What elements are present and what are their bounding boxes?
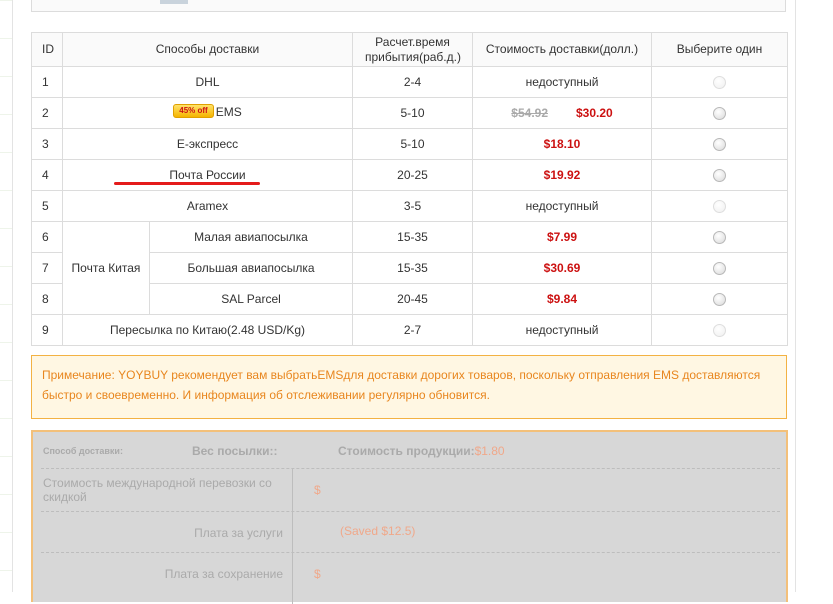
row-method: Малая авиапосылка: [149, 221, 353, 253]
row-cost: $19.92: [472, 159, 652, 191]
table-row: 9 Пересылка по Китаю(2.48 USD/Kg) 2-7 не…: [31, 314, 788, 346]
row-id: 2: [31, 97, 63, 129]
row-select: [651, 66, 788, 98]
table-header-row: ID Способы доставки Расчет.время прибыти…: [31, 32, 788, 67]
row-cost: недоступный: [472, 66, 652, 98]
row-cost: недоступный: [472, 314, 652, 346]
row-method: SAL Parcel: [149, 283, 353, 315]
row-select: [651, 314, 788, 346]
row-time: 2-7: [352, 314, 473, 346]
recommendation-note: Примечание: YOYBUY рекомендует вам выбра…: [31, 355, 787, 419]
table-row: 1 DHL 2-4 недоступный: [31, 66, 788, 98]
header-select: Выберите один: [651, 32, 788, 67]
price: $7.99: [546, 230, 578, 244]
row-time: 20-45: [352, 283, 473, 315]
row-id: 3: [31, 128, 63, 160]
product-cost-value: $1.80: [474, 444, 505, 458]
row-id: 7: [31, 252, 63, 284]
row-method: E-экспресс: [62, 128, 353, 160]
price: $9.84: [546, 292, 578, 306]
radio-russian-post[interactable]: [713, 169, 726, 183]
service-fee-value: (Saved $12.5): [340, 524, 416, 538]
row-time: 3-5: [352, 190, 473, 222]
row-cost: $7.99: [472, 221, 652, 253]
summary-row-storage: Плата за сохранение $: [41, 553, 780, 593]
row-cost: $30.69: [472, 252, 652, 284]
row-id: 5: [31, 190, 63, 222]
row-time: 15-35: [352, 221, 473, 253]
radio-large-airmail[interactable]: [713, 262, 726, 276]
radio-sal-parcel[interactable]: [713, 293, 726, 307]
storage-fee-label: Плата за сохранение: [164, 567, 283, 581]
row-method: Пересылка по Китаю(2.48 USD/Kg): [62, 314, 353, 346]
product-cost-label: Стоимость продукции:$1.80: [338, 444, 505, 458]
shipping-method-label: Способ доставки:: [43, 446, 123, 456]
right-gutter: [795, 0, 833, 592]
summary-row-header: Способ доставки: Вес посылки:: Стоимость…: [41, 432, 780, 469]
radio-ems[interactable]: [713, 107, 726, 121]
radio-dhl[interactable]: [713, 76, 726, 90]
row-id: 4: [31, 159, 63, 191]
discount-badge: 45% off: [173, 104, 214, 118]
price: $18.10: [543, 137, 581, 151]
table-row: 3 E-экспресс 5-10 $18.10: [31, 128, 788, 160]
radio-e-express[interactable]: [713, 138, 726, 152]
price: $19.92: [543, 168, 581, 182]
table-row: 4 Почта России 20-25 $19.92: [31, 159, 788, 191]
row-method: Почта России: [62, 159, 353, 191]
radio-aramex[interactable]: [713, 200, 726, 214]
row-select: [651, 190, 788, 222]
order-summary: Способ доставки: Вес посылки:: Стоимость…: [31, 430, 788, 604]
old-price: $54.92: [511, 106, 548, 120]
tab-stub: [160, 0, 188, 4]
row-select: [651, 128, 788, 160]
row-cost: $18.10: [472, 128, 652, 160]
header-method: Способы доставки: [62, 32, 353, 67]
header-time: Расчет.время прибытия(раб.д.): [352, 32, 473, 67]
row-time: 5-10: [352, 128, 473, 160]
row-select: [651, 283, 788, 315]
radio-small-airmail[interactable]: [713, 231, 726, 245]
header-id: ID: [31, 32, 63, 67]
row-select: [651, 252, 788, 284]
intl-shipping-label: Стоимость международной перевозки со ски…: [43, 476, 272, 504]
row-method: Aramex: [62, 190, 353, 222]
row-select: [651, 159, 788, 191]
price: $30.20: [576, 106, 613, 120]
row-select: [651, 97, 788, 129]
summary-row-service: Плата за услуги (Saved $12.5): [41, 512, 780, 553]
row-cost: $9.84: [472, 283, 652, 315]
row-time: 2-4: [352, 66, 473, 98]
service-fee-label: Плата за услуги: [194, 526, 283, 540]
row-id: 1: [31, 66, 63, 98]
row-time: 5-10: [352, 97, 473, 129]
row-group-china-post: Почта Китая: [62, 221, 150, 315]
intl-shipping-value: $: [314, 483, 321, 497]
row-time: 20-25: [352, 159, 473, 191]
top-strip: [31, 0, 786, 12]
row-id: 8: [31, 283, 63, 315]
storage-fee-value: $: [314, 567, 321, 581]
table-row: 2 45% off EMS 5-10 $54.92 $30.20: [31, 97, 788, 129]
row-method: DHL: [62, 66, 353, 98]
header-cost: Стоимость доставки(долл.): [472, 32, 652, 67]
summary-row-intl: Стоимость международной перевозки со ски…: [41, 469, 780, 512]
table-row: 5 Aramex 3-5 недоступный: [31, 190, 788, 222]
row-method: Большая авиапосылка: [149, 252, 353, 284]
row-cost: $54.92 $30.20: [472, 97, 652, 129]
summary-divider: [292, 469, 293, 604]
table-row: 6 Почта Китая Малая авиапосылка 15-35 $7…: [31, 221, 788, 315]
radio-china-forwarding[interactable]: [713, 324, 726, 338]
shipping-methods-table: ID Способы доставки Расчет.время прибыти…: [31, 32, 788, 346]
price: $30.69: [543, 261, 581, 275]
background-grid: [0, 0, 12, 592]
row-id: 6: [31, 221, 63, 253]
red-highlight-underline: [114, 182, 260, 185]
row-id: 9: [31, 314, 63, 346]
row-select: [651, 221, 788, 253]
parcel-weight-label: Вес посылки::: [192, 444, 278, 458]
row-cost: недоступный: [472, 190, 652, 222]
row-time: 15-35: [352, 252, 473, 284]
row-method: 45% off EMS: [62, 97, 353, 129]
